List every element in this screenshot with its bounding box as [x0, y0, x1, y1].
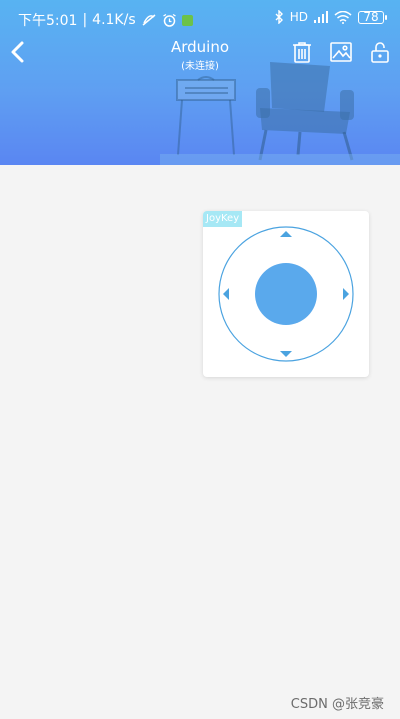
status-time: 下午5:01 — [18, 13, 78, 29]
download-notification-icon — [181, 14, 193, 26]
status-net-speed: 4.1K/s — [92, 12, 136, 28]
arrow-up-icon[interactable] — [280, 231, 292, 237]
wifi-icon — [334, 10, 352, 24]
arrow-down-icon[interactable] — [280, 351, 292, 357]
header-scene-illustration — [160, 62, 400, 165]
image-icon[interactable] — [329, 40, 353, 64]
trash-icon[interactable] — [290, 40, 314, 64]
arrow-left-icon[interactable] — [223, 288, 229, 300]
connection-status: (未连接) — [181, 61, 219, 72]
arrow-right-icon[interactable] — [343, 288, 349, 300]
joystick-knob[interactable] — [255, 263, 317, 325]
back-icon[interactable] — [6, 38, 32, 66]
network-type: HD — [289, 10, 308, 24]
watermark: CSDN @张竞豪 — [290, 697, 384, 712]
alarm-icon — [162, 13, 176, 27]
joystick-control[interactable] — [217, 225, 355, 363]
page-title-block: Arduino (未连接) — [120, 38, 280, 72]
unlock-icon[interactable] — [368, 40, 392, 64]
joykey-widget[interactable]: JoyKey — [203, 211, 369, 377]
bluetooth-icon — [275, 10, 283, 24]
status-bar: 下午5:01 | 4.1K/s HD 78 — [0, 0, 400, 34]
signal-icon — [314, 11, 328, 23]
battery-icon: 78 — [358, 10, 387, 24]
mute-icon — [142, 14, 156, 26]
page-title: Arduino — [170, 38, 230, 56]
app-header: 下午5:01 | 4.1K/s HD 78 Arduino (未连接) — [0, 0, 400, 165]
